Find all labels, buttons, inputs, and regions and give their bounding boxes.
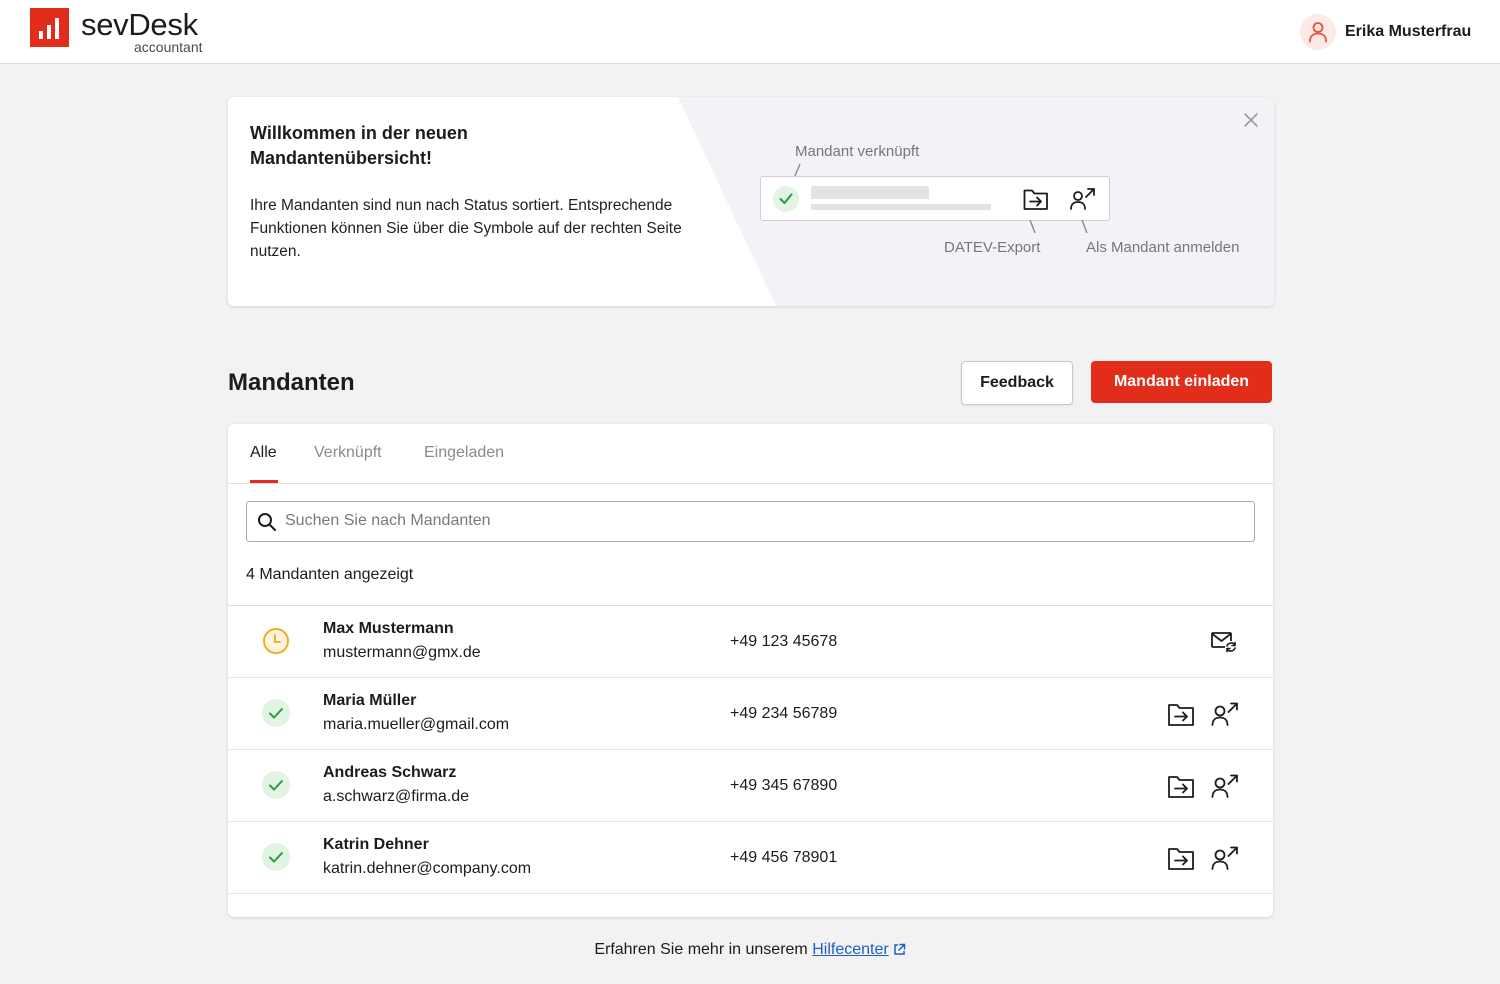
client-email: a.schwarz@firma.de [323, 788, 470, 805]
client-name: Andreas Schwarz [323, 764, 457, 781]
client-row[interactable]: Max Mustermann mustermann@gmx.de +49 123… [228, 606, 1273, 678]
check-icon [262, 699, 290, 727]
check-icon [262, 843, 290, 871]
tab-linked[interactable]: Verknüpft [314, 443, 382, 463]
user-avatar-icon[interactable] [1300, 14, 1336, 50]
banner-text: Ihre Mandanten sind nun nach Status sort… [250, 197, 682, 260]
search-field[interactable] [246, 501, 1255, 542]
logo-subtitle: accountant [134, 39, 203, 55]
sample-client-row [760, 176, 1110, 221]
search-icon [258, 513, 276, 531]
client-row[interactable]: Andreas Schwarz a.schwarz@firma.de +49 3… [228, 750, 1273, 822]
client-phone: +49 234 56789 [730, 705, 838, 722]
tab-invited[interactable]: Eingeladen [424, 443, 504, 463]
client-email: mustermann@gmx.de [323, 644, 481, 661]
clock-icon [262, 627, 290, 655]
label-login-as-client: Als Mandant anmelden [1086, 239, 1240, 256]
top-header: sevDesk accountant Erika Musterfrau [0, 0, 1500, 64]
check-icon [262, 771, 290, 799]
client-name: Max Mustermann [323, 620, 454, 637]
client-phone: +49 456 78901 [730, 849, 838, 866]
client-row[interactable]: Maria Müller maria.mueller@gmail.com +49… [228, 678, 1273, 750]
user-arrow-icon[interactable] [1210, 700, 1240, 728]
check-icon [773, 186, 799, 212]
feedback-button[interactable]: Feedback [961, 361, 1073, 405]
client-row[interactable]: Katrin Dehner katrin.dehner@company.com … [228, 822, 1273, 894]
folder-export-icon[interactable] [1166, 772, 1196, 800]
help-footer: Erfahren Sie mehr in unserem Hilfecenter [0, 940, 1500, 962]
user-name[interactable]: Erika Musterfrau [1345, 22, 1471, 42]
invite-client-button[interactable]: Mandant einladen [1091, 361, 1272, 403]
tab-bar: Alle Verknüpft Eingeladen [228, 424, 1273, 484]
client-phone: +49 345 67890 [730, 777, 838, 794]
external-link-icon[interactable] [893, 942, 906, 962]
result-count: 4 Mandanten angezeigt [246, 566, 414, 583]
page-title: Mandanten [228, 369, 355, 396]
search-input[interactable] [285, 508, 1225, 534]
tab-all[interactable]: Alle [250, 443, 277, 463]
folder-export-icon[interactable] [1166, 844, 1196, 872]
mail-refresh-icon[interactable] [1209, 628, 1239, 656]
welcome-banner: Willkommen in der neuen Mandantenübersic… [228, 97, 1274, 306]
clients-card: Alle Verknüpft Eingeladen 4 Mandanten an… [228, 424, 1273, 917]
user-arrow-icon[interactable] [1210, 772, 1240, 800]
help-center-link[interactable]: Hilfecenter [812, 941, 888, 958]
callout-line [1081, 219, 1088, 234]
sevdesk-logo-icon[interactable] [30, 8, 69, 47]
footer-text: Erfahren Sie mehr in unserem [594, 941, 808, 958]
client-email: maria.mueller@gmail.com [323, 716, 510, 733]
placeholder-bar [811, 204, 991, 210]
logo-text: sevDesk [81, 7, 198, 42]
client-name: Katrin Dehner [323, 836, 429, 853]
user-arrow-icon[interactable] [1210, 844, 1240, 872]
callout-line [1029, 219, 1036, 234]
client-email: katrin.dehner@company.com [323, 860, 532, 877]
label-linked: Mandant verknüpft [795, 143, 920, 160]
placeholder-bar [811, 186, 929, 199]
client-phone: +49 123 45678 [730, 633, 838, 650]
banner-title: Willkommen in der neuen Mandantenübersic… [250, 123, 468, 168]
label-datev-export: DATEV-Export [944, 239, 1041, 256]
active-tab-indicator [250, 480, 278, 483]
close-icon[interactable] [1241, 110, 1261, 130]
client-name: Maria Müller [323, 692, 417, 709]
folder-export-icon[interactable] [1166, 700, 1196, 728]
folder-export-icon [1022, 186, 1050, 212]
user-arrow-icon [1069, 186, 1097, 212]
